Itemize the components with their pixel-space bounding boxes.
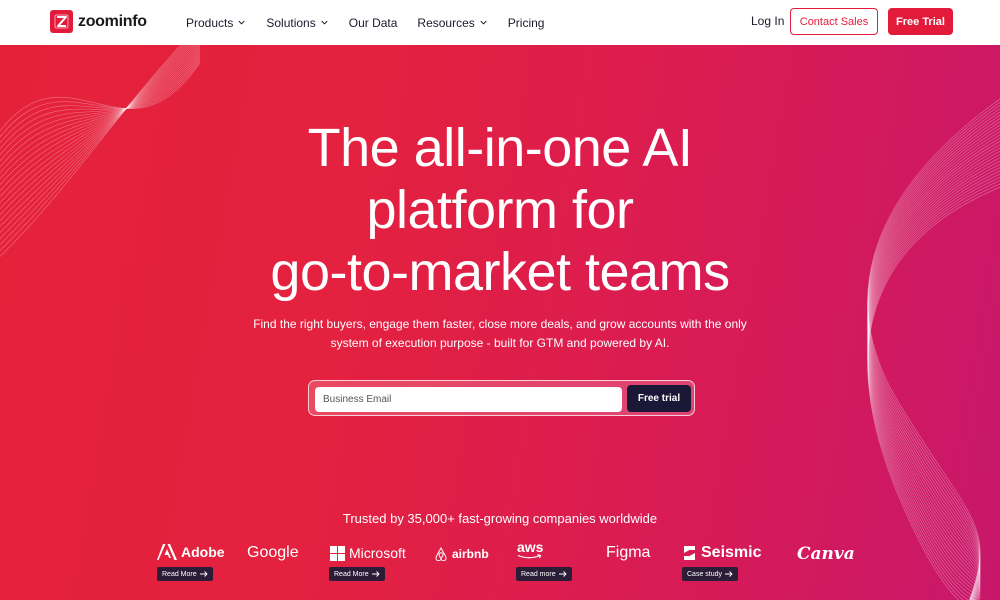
adobe-read-more-link[interactable]: Read More [157, 567, 213, 581]
seismic-case-study-link[interactable]: Case study [682, 567, 739, 581]
top-nav-bar: zoominfo Products Solutions Our Data Res… [0, 0, 1000, 45]
canva-logo: Canva [797, 544, 855, 564]
free-trial-submit-button[interactable]: Free trial [627, 385, 691, 412]
chevron-down-icon [480, 20, 487, 25]
chevron-down-icon [238, 20, 245, 25]
subtext-line: Find the right buyers, engage them faste… [253, 317, 747, 331]
zoominfo-logo-icon [50, 10, 73, 33]
aws-logo: aws [517, 540, 543, 560]
hero-subtext: Find the right buyers, engage them faste… [250, 315, 750, 353]
nav-label: Resources [417, 15, 475, 30]
read-more-label: Case study [687, 570, 723, 578]
zoominfo-logo[interactable]: zoominfo [50, 10, 147, 33]
free-trial-button[interactable]: Free Trial [888, 8, 953, 35]
microsoft-read-more-link[interactable]: Read More [329, 567, 385, 581]
microsoft-logo: Microsoft [330, 545, 406, 561]
hero-section: The all-in-one AI platform for go-to-mar… [0, 45, 1000, 600]
airbnb-logo: airbnb [434, 547, 489, 561]
hero-headline: The all-in-one AI platform for go-to-mar… [0, 117, 1000, 303]
arrow-right-icon [558, 571, 567, 577]
aws-smile-icon [517, 554, 542, 559]
brand-name-text: Adobe [181, 544, 225, 560]
brand-name-text: airbnb [452, 547, 489, 561]
figma-logo: Figma [606, 544, 650, 562]
read-more-label: Read more [521, 570, 556, 578]
nav-our-data[interactable]: Our Data [349, 16, 398, 30]
headline-line: The all-in-one AI [307, 118, 693, 178]
brand-name-text: Figma [606, 544, 651, 561]
adobe-icon [157, 544, 177, 560]
seismic-logo: Seismic [682, 544, 761, 562]
nav-label: Products [186, 15, 234, 30]
read-more-label: Read More [334, 570, 369, 578]
arrow-right-icon [199, 571, 208, 577]
google-logo: Google [247, 544, 299, 562]
headline-line: platform for [366, 180, 634, 240]
nav-label: Our Data [348, 15, 398, 30]
login-link[interactable]: Log In [751, 14, 784, 28]
seismic-icon [684, 546, 695, 560]
airbnb-icon [435, 547, 447, 561]
business-email-input[interactable] [315, 387, 622, 412]
headline-line: go-to-market teams [270, 242, 730, 302]
aws-read-more-link[interactable]: Read more [516, 567, 572, 581]
arrow-right-icon [725, 571, 733, 577]
logo-text: zoominfo [78, 12, 147, 30]
brand-name-text: aws [517, 539, 544, 555]
microsoft-icon [330, 545, 345, 561]
nav-resources[interactable]: Resources [417, 16, 487, 30]
brand-name-text: Microsoft [349, 545, 406, 561]
nav-pricing[interactable]: Pricing [508, 16, 545, 30]
subtext-line: system of execution purpose - built for … [330, 336, 670, 350]
trusted-by-text: Trusted by 35,000+ fast-growing companie… [342, 511, 658, 526]
brand-name-text: Canva [797, 544, 855, 564]
arrow-right-icon [371, 571, 380, 577]
nav-solutions[interactable]: Solutions [266, 16, 328, 30]
nav-label: Pricing [507, 15, 545, 30]
email-signup-form: Free trial [308, 380, 695, 416]
nav-products[interactable]: Products [186, 16, 246, 30]
main-nav: Products Solutions Our Data Resources Pr… [186, 0, 564, 45]
read-more-label: Read More [162, 570, 197, 578]
brand-name-text: Google [247, 544, 299, 561]
contact-sales-button[interactable]: Contact Sales [790, 8, 878, 35]
brand-name-text: Seismic [701, 544, 762, 561]
chevron-down-icon [321, 20, 328, 25]
nav-label: Solutions [266, 15, 316, 30]
adobe-logo: Adobe [157, 544, 225, 560]
